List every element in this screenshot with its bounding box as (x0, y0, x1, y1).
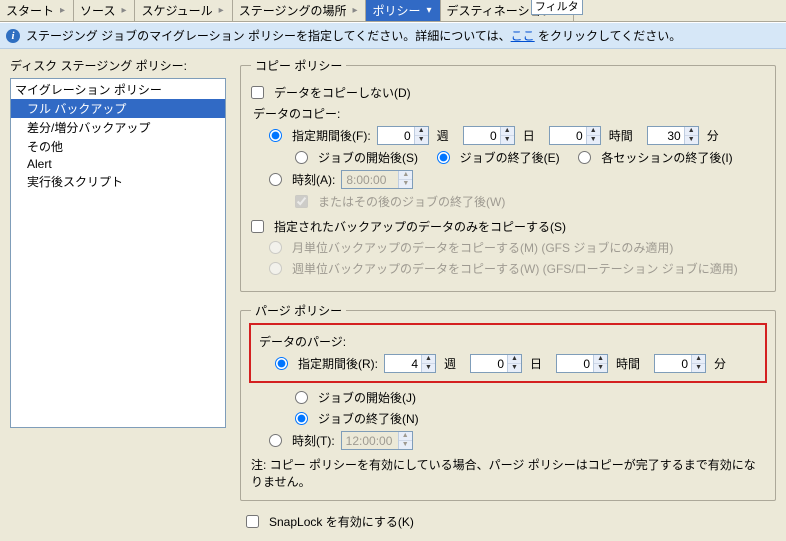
or-after-job-end-checkbox (295, 195, 308, 208)
weekly-backup-label: 週単位バックアップのデータをコピーする(W) (GFS/ローテーション ジョブに… (292, 260, 738, 277)
copy-weeks-stepper[interactable]: ▲▼ (377, 126, 429, 145)
only-specified-backup-checkbox[interactable] (251, 220, 264, 233)
purge-after-job-start-label[interactable]: ジョブの開始後(J) (318, 389, 416, 406)
filter-overlay: フィルタ (531, 0, 583, 15)
info-text: ステージング ジョブのマイグレーション ポリシーを指定してください。詳細について… (26, 27, 681, 44)
policy-list-title: ディスク ステージング ポリシー: (10, 57, 226, 74)
dont-copy-label[interactable]: データをコピーしない(D) (274, 84, 411, 101)
chevron-right-icon: ▸ (60, 5, 65, 16)
chevron-down-icon: ▾ (427, 5, 432, 16)
unit-hour: 時間 (616, 355, 640, 372)
copy-mins-stepper[interactable]: ▲▼ (647, 126, 699, 145)
copy-after-period-label[interactable]: 指定期間後(F): (292, 127, 371, 144)
copy-time-field[interactable]: ▲▼ (341, 170, 413, 189)
policy-listbox[interactable]: マイグレーション ポリシー フル バックアップ 差分/増分バックアップ その他 … (10, 78, 226, 428)
tab-policy[interactable]: ポリシー▾ (366, 0, 440, 21)
or-after-job-end-label: またはその後のジョブの終了後(W) (318, 193, 505, 210)
copy-hours-stepper[interactable]: ▲▼ (549, 126, 601, 145)
list-item[interactable]: Alert (11, 156, 225, 172)
chevron-right-icon: ▸ (219, 5, 224, 16)
tab-schedule[interactable]: スケジュール▸ (135, 0, 232, 21)
snaplock-checkbox[interactable] (246, 515, 259, 528)
list-item[interactable]: マイグレーション ポリシー (11, 80, 225, 99)
unit-week: 週 (444, 355, 456, 372)
weekly-backup-radio (269, 262, 282, 275)
copy-after-job-end-radio[interactable] (437, 151, 450, 164)
info-icon: i (6, 29, 20, 43)
copy-after-session-end-radio[interactable] (578, 151, 591, 164)
purge-at-time-radio[interactable] (269, 434, 282, 447)
purge-policy-legend: パージ ポリシー (251, 302, 346, 319)
purge-after-period-radio[interactable] (275, 357, 288, 370)
purge-highlight-box: データのパージ: 指定期間後(R): ▲▼ 週 ▲▼ 日 ▲▼ 時間 ▲▼ 分 (249, 323, 767, 383)
list-item[interactable]: 差分/増分バックアップ (11, 118, 225, 137)
list-item[interactable]: その他 (11, 137, 225, 156)
info-bar: i ステージング ジョブのマイグレーション ポリシーを指定してください。詳細につ… (0, 22, 786, 49)
copy-days-stepper[interactable]: ▲▼ (463, 126, 515, 145)
copy-after-session-end-label[interactable]: 各セッションの終了後(I) (601, 149, 732, 166)
purge-time-field[interactable]: ▲▼ (341, 431, 413, 450)
unit-day: 日 (530, 355, 542, 372)
unit-hour: 時間 (609, 127, 633, 144)
copy-after-job-start-radio[interactable] (295, 151, 308, 164)
copy-at-time-radio[interactable] (269, 173, 282, 186)
list-item[interactable]: フル バックアップ (11, 99, 225, 118)
purge-note: 注: コピー ポリシーを有効にしている場合、パージ ポリシーはコピーが完了するま… (251, 456, 765, 490)
purge-after-job-start-radio[interactable] (295, 391, 308, 404)
list-item[interactable]: 実行後スクリプト (11, 172, 225, 191)
tab-source[interactable]: ソース▸ (74, 0, 135, 21)
unit-day: 日 (523, 127, 535, 144)
purge-after-job-end-radio[interactable] (295, 412, 308, 425)
data-copy-label: データのコピー: (253, 105, 765, 122)
unit-week: 週 (437, 127, 449, 144)
copy-after-job-end-label[interactable]: ジョブの終了後(E) (460, 149, 560, 166)
only-specified-backup-label[interactable]: 指定されたバックアップのデータのみをコピーする(S) (274, 218, 566, 235)
copy-at-time-label[interactable]: 時刻(A): (292, 171, 335, 188)
data-purge-label: データのパージ: (259, 333, 759, 350)
copy-policy-group: コピー ポリシー データをコピーしない(D) データのコピー: 指定期間後(F)… (240, 57, 776, 292)
chevron-right-icon: ▸ (352, 5, 357, 16)
purge-at-time-label[interactable]: 時刻(T): (292, 432, 335, 449)
copy-after-job-start-label[interactable]: ジョブの開始後(S) (318, 149, 418, 166)
purge-after-period-label[interactable]: 指定期間後(R): (298, 355, 378, 372)
purge-hours-stepper[interactable]: ▲▼ (556, 354, 608, 373)
dont-copy-checkbox[interactable] (251, 86, 264, 99)
purge-policy-group: パージ ポリシー データのパージ: 指定期間後(R): ▲▼ 週 ▲▼ 日 ▲▼… (240, 302, 776, 501)
copy-policy-legend: コピー ポリシー (251, 57, 346, 74)
tab-bar: スタート▸ ソース▸ スケジュール▸ ステージングの場所▸ ポリシー▾ デスティ… (0, 0, 786, 22)
unit-min: 分 (707, 127, 719, 144)
monthly-backup-radio (269, 241, 282, 254)
snaplock-label[interactable]: SnapLock を有効にする(K) (269, 513, 414, 530)
purge-weeks-stepper[interactable]: ▲▼ (384, 354, 436, 373)
purge-days-stepper[interactable]: ▲▼ (470, 354, 522, 373)
purge-mins-stepper[interactable]: ▲▼ (654, 354, 706, 373)
purge-after-job-end-label[interactable]: ジョブの終了後(N) (318, 410, 419, 427)
tab-start[interactable]: スタート▸ (0, 0, 74, 21)
monthly-backup-label: 月単位バックアップのデータをコピーする(M) (GFS ジョブにのみ適用) (292, 239, 673, 256)
unit-min: 分 (714, 355, 726, 372)
tab-staging[interactable]: ステージングの場所▸ (233, 0, 367, 21)
copy-after-period-radio[interactable] (269, 129, 282, 142)
chevron-right-icon: ▸ (121, 5, 126, 16)
tab-destination[interactable]: デスティネーション▸ フィルタ (441, 0, 574, 21)
info-link[interactable]: ここ (511, 29, 535, 43)
